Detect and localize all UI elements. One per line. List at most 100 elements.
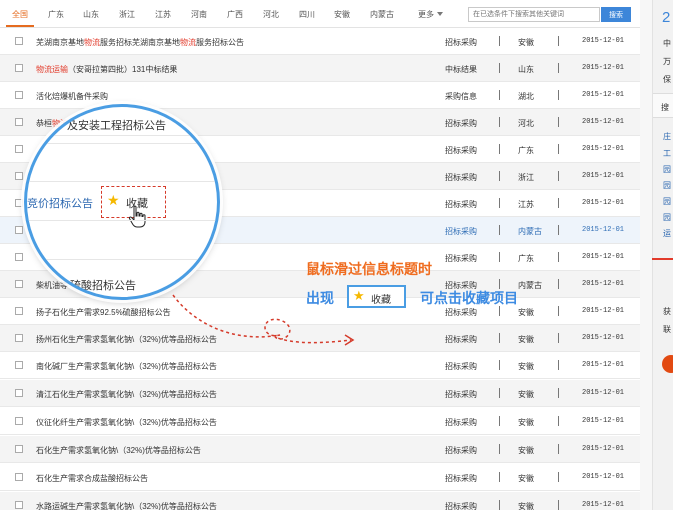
item-province: 湖北 <box>518 92 534 101</box>
item-title[interactable]: 仪征化纤生产需求氢氧化钠\（32%)优等品招标公告 <box>36 417 217 428</box>
list-item[interactable]: 清江石化生产需求氢氧化钠\（32%)优等品招标公告 招标采购 安徽 2015-12-0… <box>0 380 640 407</box>
sidebar-link[interactable]: 园 <box>663 180 671 191</box>
search-input[interactable] <box>468 7 600 22</box>
checkbox-icon[interactable] <box>15 226 23 234</box>
checkbox-icon[interactable] <box>15 91 23 99</box>
column-divider <box>558 444 559 454</box>
item-title[interactable]: 柴机油等 <box>36 280 68 291</box>
item-date: 2015-12-01 <box>582 226 625 234</box>
sidebar-heading-box: 搜 <box>653 93 673 118</box>
column-divider <box>558 171 559 181</box>
tab-region[interactable]: 广西 <box>227 9 243 20</box>
checkbox-icon[interactable] <box>15 417 23 425</box>
sidebar-link[interactable]: 园 <box>663 212 671 223</box>
sidebar-text: 保 <box>663 75 671 84</box>
sidebar-link[interactable]: 园 <box>663 196 671 207</box>
item-date: 2015-12-01 <box>582 253 625 261</box>
item-province: 内蒙古 <box>518 227 542 236</box>
checkbox-icon[interactable] <box>15 307 23 315</box>
item-category: 招标采购 <box>445 390 477 399</box>
list-item[interactable]: 水路运碱生产需求氢氧化钠\（32%)优等品招标公告 招标采购 安徽 2015-12-0… <box>0 492 640 510</box>
item-title-text: 柴机油等 <box>36 281 68 290</box>
item-title[interactable]: 芜湖南京基地物流服务招标芜湖南京基地物流服务招标公告 <box>36 37 244 48</box>
item-title-text: 芜湖南京基地 <box>36 38 84 47</box>
item-title-text: 清江石化生产需求氢氧化钠\（32%)优等品招标公告 <box>36 390 217 399</box>
item-province: 安徽 <box>518 474 534 483</box>
checkbox-icon[interactable] <box>15 172 23 180</box>
sidebar-link[interactable]: 庄 <box>663 131 671 142</box>
magnified-title-text: 及安装工程招标公告 <box>67 120 166 132</box>
item-date: 2015-12-01 <box>582 389 625 397</box>
item-title-keyword: 物流运输 <box>36 65 68 74</box>
list-item[interactable]: 仪征化纤生产需求氢氧化钠\（32%)优等品招标公告 招标采购 安徽 2015-12-0… <box>0 408 640 435</box>
item-province: 广东 <box>518 146 534 155</box>
item-date: 2015-12-01 <box>582 37 625 45</box>
item-title[interactable]: 石化生产需求氢氧化钠\（32%)优等品招标公告 <box>36 445 201 456</box>
list-item[interactable]: 南化碱厂生产需求氢氧化钠\（32%)优等品招标公告 招标采购 安徽 2015-12-0… <box>0 352 640 379</box>
checkbox-icon[interactable] <box>15 37 23 45</box>
item-title[interactable]: 石化生产需求合成盐酸招标公告 <box>36 473 148 484</box>
list-item[interactable]: 石化生产需求氢氧化钠\（32%)优等品招标公告 招标采购 安徽 2015-12-01 <box>0 436 640 463</box>
item-title-keyword: 物流 <box>180 38 196 47</box>
item-title[interactable]: 南化碱厂生产需求氢氧化钠\（32%)优等品招标公告 <box>36 361 217 372</box>
item-title[interactable]: 物流运输（安哥拉第四批）131中标结果 <box>36 64 177 75</box>
checkbox-icon[interactable] <box>15 445 23 453</box>
tab-region[interactable]: 江苏 <box>155 9 171 20</box>
column-divider <box>499 171 500 181</box>
list-item[interactable]: 活化焙爆机备件采购 采购信息 湖北 2015-12-01 <box>0 82 640 109</box>
sidebar-link[interactable]: 工 <box>663 148 671 159</box>
checkbox-icon[interactable] <box>15 64 23 72</box>
tab-region[interactable]: 安徽 <box>334 9 350 20</box>
item-province: 安徽 <box>518 362 534 371</box>
column-divider <box>558 333 559 343</box>
item-province: 安徽 <box>518 38 534 47</box>
item-title-text: 恭桓 <box>36 119 52 128</box>
sidebar-link[interactable]: 运 <box>663 228 671 239</box>
sidebar-link[interactable]: 园 <box>663 164 671 175</box>
checkbox-icon[interactable] <box>15 253 23 261</box>
search-button[interactable]: 搜索 <box>601 7 631 22</box>
tab-region[interactable]: 山东 <box>83 9 99 20</box>
tab-region[interactable]: 四川 <box>299 9 315 20</box>
checkbox-icon[interactable] <box>15 280 23 288</box>
tab-region[interactable]: 河南 <box>191 9 207 20</box>
item-date: 2015-12-01 <box>582 334 625 342</box>
column-divider <box>499 90 500 100</box>
item-title[interactable]: 水路运碱生产需求氢氧化钠\（32%)优等品招标公告 <box>36 501 217 510</box>
checkbox-icon[interactable] <box>15 334 23 342</box>
checkbox-icon[interactable] <box>15 389 23 397</box>
checkbox-icon[interactable] <box>15 501 23 509</box>
column-divider <box>499 144 500 154</box>
tab-region[interactable]: 浙江 <box>119 9 135 20</box>
tab-region[interactable]: 河北 <box>263 9 279 20</box>
checkbox-icon[interactable] <box>15 473 23 481</box>
list-item[interactable]: 石化生产需求合成盐酸招标公告 招标采购 安徽 2015-12-01 <box>0 464 640 491</box>
layout-gutter <box>640 0 652 510</box>
item-title[interactable]: 扬子石化生产需求92.5%硫酸招标公告 <box>36 307 171 318</box>
tab-region[interactable]: 全国 <box>12 9 28 20</box>
tab-region[interactable]: 内蒙古 <box>370 9 394 20</box>
tab-region[interactable]: 广东 <box>48 9 64 20</box>
item-title[interactable]: 清江石化生产需求氢氧化钠\（32%)优等品招标公告 <box>36 389 217 400</box>
item-title[interactable]: 活化焙爆机备件采购 <box>36 91 108 102</box>
checkbox-icon[interactable] <box>15 118 23 126</box>
list-item[interactable]: 物流运输（安哥拉第四批）131中标结果 中标结果 山东 2015-12-01 <box>0 55 640 82</box>
annotation-appear-text: 出现 <box>306 290 334 306</box>
item-title-text: 服务招标公告 <box>196 38 244 47</box>
checkbox-icon[interactable] <box>15 145 23 153</box>
checkbox-icon[interactable] <box>15 199 23 207</box>
item-category: 招标采购 <box>445 502 477 510</box>
column-divider <box>499 117 500 127</box>
checkbox-icon[interactable] <box>15 361 23 369</box>
item-date: 2015-12-01 <box>582 91 625 99</box>
item-province: 安徽 <box>518 390 534 399</box>
column-divider <box>499 36 500 46</box>
annotation-hover-hint: 鼠标滑过信息标题时 <box>306 261 432 277</box>
item-province: 山东 <box>518 65 534 74</box>
magnifier-divider <box>27 143 217 144</box>
item-title-text: （安哥拉第四批）131中标结果 <box>68 65 178 74</box>
magnified-title-link[interactable]: 竞价招标公告 <box>27 195 93 211</box>
list-item[interactable]: 芜湖南京基地物流服务招标芜湖南京基地物流服务招标公告 招标采购 安徽 2015-12-… <box>0 28 640 55</box>
item-title-text: 活化焙爆机备件采购 <box>36 92 108 101</box>
more-regions-dropdown[interactable]: 更多 <box>418 9 443 20</box>
